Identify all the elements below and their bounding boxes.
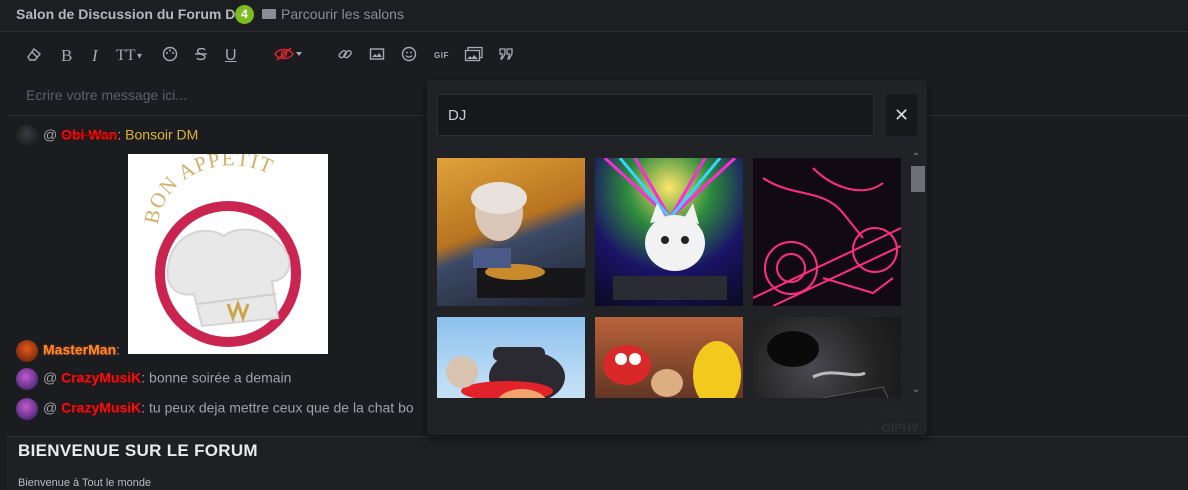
gif-scrollbar[interactable]: ⌃ ⌄	[911, 152, 927, 398]
eraser-icon[interactable]	[26, 46, 42, 66]
online-count-badge: 4	[235, 5, 254, 24]
gif-dj-grandma[interactable]	[437, 158, 587, 306]
hide-icon[interactable]	[274, 46, 304, 66]
message-text: Bonsoir DM	[125, 126, 199, 143]
gif-search-input[interactable]	[437, 94, 874, 136]
image-icon[interactable]	[369, 46, 385, 66]
strikethrough-icon[interactable]	[193, 46, 209, 66]
avatar[interactable]	[16, 340, 38, 362]
quote-icon[interactable]	[498, 46, 514, 66]
gif-dj-cat[interactable]	[595, 158, 743, 306]
message-input[interactable]: Ecrire votre message ici...	[26, 87, 187, 103]
gif-cartoon-dj[interactable]	[437, 317, 585, 398]
browse-rooms-label: Parcourir les salons	[281, 6, 404, 22]
bold-icon[interactable]: B	[61, 46, 72, 66]
gif-picker: ✕ ⌃ ⌄ POWERED BYGIPHY	[427, 80, 927, 435]
scroll-up-icon[interactable]: ⌃	[912, 152, 920, 163]
text-size-icon[interactable]: TT▼	[116, 46, 143, 66]
scrollbar-thumb[interactable]	[911, 166, 925, 192]
welcome-title: BIENVENUE SUR LE FORUM	[18, 441, 258, 460]
welcome-banner: BIENVENUE SUR LE FORUM Bienvenue à Tout …	[6, 436, 1188, 490]
chat-header: Salon de Discussion du Forum DM 4 Parcou…	[0, 0, 1188, 32]
gif-close-button[interactable]: ✕	[886, 94, 917, 136]
link-icon[interactable]	[337, 46, 353, 66]
italic-icon[interactable]: I	[92, 46, 98, 66]
username[interactable]: MasterMan	[43, 342, 116, 358]
message-text: bonne soirée a demain	[149, 369, 292, 386]
giphy-logo: GIPHY	[881, 421, 920, 435]
gif-grid	[437, 158, 907, 398]
folder-icon	[262, 9, 276, 19]
gif-dj-hands-neon[interactable]	[752, 158, 902, 307]
underline-icon[interactable]: U	[225, 46, 237, 66]
username[interactable]: Obi Wan	[61, 127, 117, 143]
avatar[interactable]	[16, 368, 38, 390]
chat-message: @ Obi Wan: Bonsoir DM	[16, 125, 198, 147]
username[interactable]: CrazyMusiK	[61, 370, 141, 386]
gif-muppets-dance[interactable]	[595, 317, 743, 398]
gif-dj-deck[interactable]	[753, 317, 901, 398]
username[interactable]: CrazyMusiK	[61, 400, 141, 416]
emoji-icon[interactable]	[401, 46, 417, 66]
message-text: tu peux deja mettre ceux que de la chat …	[149, 399, 414, 416]
gif-icon[interactable]: GIF	[434, 46, 449, 66]
chat-message: @ CrazyMusiK: tu peux deja mettre ceux q…	[16, 398, 414, 420]
palette-icon[interactable]	[162, 46, 178, 66]
browse-rooms-link[interactable]: Parcourir les salons	[262, 6, 404, 22]
avatar[interactable]	[16, 125, 38, 147]
bon-appetit-image: BON APPÉTIT	[128, 146, 328, 354]
gallery-icon[interactable]	[464, 46, 484, 66]
giphy-attribution: POWERED BY GIPHY	[867, 407, 927, 435]
avatar[interactable]	[16, 398, 38, 420]
scroll-down-icon[interactable]: ⌄	[912, 384, 920, 395]
chat-message: @ CrazyMusiK: bonne soirée a demain	[16, 368, 291, 390]
chat-message: MasterMan:	[16, 340, 120, 362]
welcome-subtitle: Bienvenue à Tout le monde	[18, 477, 152, 489]
chat-title: Salon de Discussion du Forum DM	[16, 6, 248, 22]
